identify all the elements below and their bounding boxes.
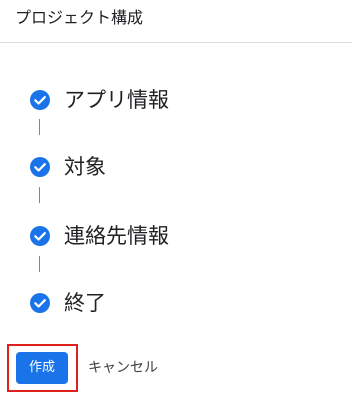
- project-setup-panel: プロジェクト構成 アプリ情報 対象 連絡先情報 終了 作成 キャンセル: [0, 0, 352, 395]
- step-connector: [39, 187, 40, 203]
- check-circle-icon: [30, 90, 50, 110]
- cancel-button[interactable]: キャンセル: [88, 352, 158, 384]
- step-connector: [39, 119, 40, 135]
- create-button[interactable]: 作成: [16, 352, 68, 384]
- page-title: プロジェクト構成: [15, 8, 144, 27]
- step-label: 対象: [64, 155, 106, 179]
- panel-header: プロジェクト構成: [0, 0, 352, 43]
- step-connector: [39, 256, 40, 272]
- step-label: 連絡先情報: [64, 224, 169, 248]
- step-label: 終了: [64, 291, 106, 315]
- step-label: アプリ情報: [64, 88, 169, 112]
- check-circle-icon: [30, 226, 50, 246]
- check-circle-icon: [30, 293, 50, 313]
- check-circle-icon: [30, 157, 50, 177]
